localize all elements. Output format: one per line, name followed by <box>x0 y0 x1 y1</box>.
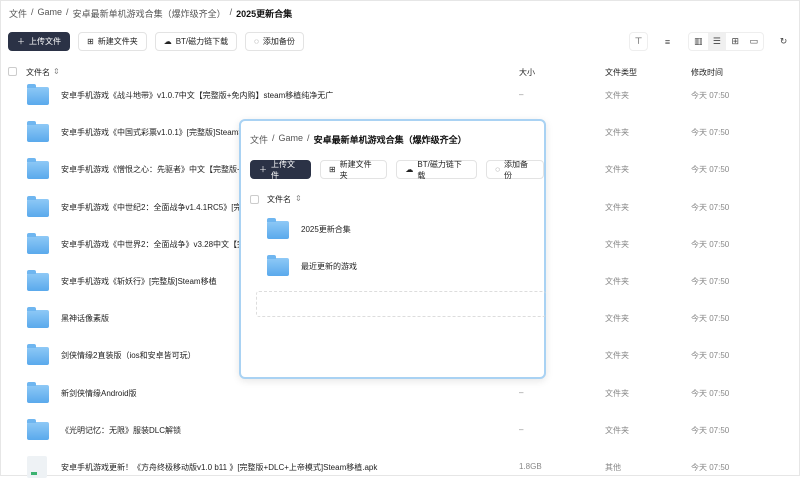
backup-icon: ◌ <box>495 165 500 174</box>
file-type: 文件夹 <box>605 425 629 435</box>
add-backup-button[interactable]: ◌ 添加备份 <box>245 32 304 51</box>
select-all-checkbox[interactable] <box>250 195 259 204</box>
file-type: 文件夹 <box>605 165 629 175</box>
file-name[interactable]: 剑侠情缘2直装版（ios和安卓皆可玩） <box>61 350 196 361</box>
file-name[interactable]: 安卓手机游戏更新！《方舟终极移动版v1.0 b11 》[完整版+DLC+上帝模式… <box>61 462 377 473</box>
file-modified: 今天 07:50 <box>691 202 730 212</box>
folder-icon <box>27 158 49 180</box>
file-modified: 今天 07:50 <box>691 91 730 100</box>
table-row[interactable]: 《光明记忆：无限》服装DLC解锁 – 文件夹 今天 07:50 <box>1 412 799 449</box>
sort-icon[interactable]: ≡ <box>658 32 677 51</box>
crumb-root[interactable]: 文件 <box>9 7 27 20</box>
file-name[interactable]: 新剑侠情缘Android版 <box>61 388 137 399</box>
file-modified: 今天 07:50 <box>691 165 730 175</box>
list-view-icon[interactable]: ☰ <box>707 33 726 50</box>
file-type: 文件夹 <box>605 202 629 212</box>
crumb-root[interactable]: 文件 <box>250 133 268 146</box>
grid-view-icon[interactable]: ⊞ <box>726 33 745 50</box>
single-view-icon[interactable]: ▭ <box>745 33 764 50</box>
dialog-toolbar: ＋上传文件 ⊞ 新建文件夹 ☁ BT/磁力链下载 ◌ 添加备份 <box>250 160 544 180</box>
file-modified: 今天 07:50 <box>691 388 730 398</box>
folder-icon <box>27 121 49 143</box>
folder-icon <box>27 307 49 329</box>
apk-file-icon <box>27 456 47 478</box>
folder-icon <box>27 381 49 403</box>
dialog-breadcrumb: 文件 / Game / 安卓最新单机游戏合集（爆炸级齐全） <box>250 133 467 146</box>
crumb-collection[interactable]: 安卓最新单机游戏合集（爆炸级齐全） <box>73 7 226 20</box>
folder-plus-icon: ⊞ <box>87 37 94 46</box>
file-type: 文件夹 <box>605 351 629 361</box>
crumb-current: 安卓最新单机游戏合集（爆炸级齐全） <box>313 135 467 145</box>
folder-icon <box>27 270 49 291</box>
crumb-game[interactable]: Game <box>38 7 63 20</box>
file-type: 文件夹 <box>605 388 629 398</box>
file-modified: 今天 07:50 <box>691 351 730 361</box>
view-switcher: ▥ ☰ ⊞ ▭ <box>688 32 764 51</box>
dialog-folder-item[interactable]: 2025更新合集 <box>241 211 544 247</box>
file-name[interactable]: 《光明记忆：无限》服装DLC解锁 <box>61 425 181 436</box>
add-backup-button[interactable]: ◌ 添加备份 <box>486 160 544 180</box>
table-row[interactable]: 新剑侠情缘Android版 – 文件夹 今天 07:50 <box>1 375 799 412</box>
backup-icon: ◌ <box>254 37 259 46</box>
folder-icon <box>267 218 289 239</box>
folder-icon <box>27 418 49 440</box>
crumb-current: 2025更新合集 <box>236 9 293 19</box>
folder-icon <box>27 195 49 217</box>
select-all-checkbox[interactable] <box>8 67 17 76</box>
file-size: – <box>519 90 524 99</box>
file-modified: 今天 07:50 <box>691 128 730 138</box>
file-size: – <box>519 424 524 434</box>
filter-icon[interactable]: ⊤ <box>629 32 648 51</box>
bt-download-button[interactable]: ☁ BT/磁力链下载 <box>154 32 238 51</box>
dialog-folder-item[interactable]: 最近更新的游戏 <box>241 248 544 284</box>
folder-icon <box>267 255 289 276</box>
file-modified: 今天 07:50 <box>691 277 730 286</box>
file-name[interactable]: 安卓手机游戏《战斗地带》v1.0.7中文【完整版+免内购】steam移植纯净无广 <box>61 90 333 101</box>
file-size: 1.8GB <box>519 462 542 471</box>
file-modified: 今天 07:50 <box>691 314 730 324</box>
upload-button[interactable]: ＋上传文件 <box>8 32 70 51</box>
sort-icon[interactable]: ⇕ <box>295 194 302 203</box>
drop-zone[interactable] <box>256 291 546 317</box>
table-row[interactable]: 安卓手机游戏《战斗地带》v1.0.7中文【完整版+免内购】steam移植纯净无广… <box>1 77 799 114</box>
file-name[interactable]: 安卓手机游戏《斩妖行》[完整版]Steam移植 <box>61 276 217 287</box>
folder-icon <box>27 232 49 254</box>
cloud-download-icon: ☁ <box>163 37 172 46</box>
refresh-icon[interactable]: ↻ <box>774 32 793 51</box>
file-size: – <box>519 387 524 397</box>
sort-icon[interactable]: ⇕ <box>53 67 60 76</box>
file-type: 文件夹 <box>605 239 629 249</box>
table-row[interactable]: 安卓手机游戏更新！《方舟终极移动版v1.0 b11 》[完整版+DLC+上帝模式… <box>1 449 799 486</box>
file-modified: 今天 07:50 <box>691 239 730 249</box>
crumb-game[interactable]: Game <box>279 133 304 146</box>
cloud-download-icon: ☁ <box>405 165 414 174</box>
file-name[interactable]: 安卓手机游戏《中世界2：全面战争》v3.28中文【完 <box>61 239 245 250</box>
toolbar: ＋上传文件 ⊞ 新建文件夹 ☁ BT/磁力链下载 ◌ 添加备份 <box>8 32 304 51</box>
new-folder-button[interactable]: ⊞ 新建文件夹 <box>319 160 388 180</box>
column-name[interactable]: 文件名 <box>267 194 291 205</box>
new-folder-button[interactable]: ⊞ 新建文件夹 <box>78 32 147 51</box>
bt-download-button[interactable]: ☁ BT/磁力链下载 <box>396 160 478 180</box>
upload-button[interactable]: ＋上传文件 <box>250 160 311 180</box>
file-name[interactable]: 黑神话像素版 <box>61 313 109 324</box>
file-modified: 今天 07:50 <box>691 463 730 472</box>
file-type: 文件夹 <box>605 91 629 100</box>
file-type: 文件夹 <box>605 277 629 286</box>
plus-icon: ＋ <box>259 165 267 174</box>
file-type: 其他 <box>605 463 621 472</box>
move-dialog: 文件 / Game / 安卓最新单机游戏合集（爆炸级齐全） ＋上传文件 ⊞ 新建文件夹… <box>239 119 546 379</box>
file-modified: 今天 07:50 <box>691 425 730 435</box>
folder-plus-icon: ⊞ <box>328 165 336 174</box>
breadcrumb: 文件 / Game / 安卓最新单机游戏合集（爆炸级齐全）/ 2025更新合集 <box>9 7 293 20</box>
file-type: 文件夹 <box>605 314 629 324</box>
file-name[interactable]: 安卓手机游戏《中国式彩票v1.0.1》[完整版]Steam移植 <box>61 127 254 138</box>
folder-icon <box>27 344 49 366</box>
file-name[interactable]: 安卓手机游戏《中世纪2：全面战争v1.4.1RC5》[完 <box>61 202 241 213</box>
file-name[interactable]: 安卓手机游戏《憎恨之心：先驱者》中文【完整版+ <box>61 164 242 175</box>
plus-icon: ＋ <box>17 37 25 46</box>
file-type: 文件夹 <box>605 128 629 138</box>
folder-icon <box>27 84 49 105</box>
columns-view-icon[interactable]: ▥ <box>689 33 708 50</box>
